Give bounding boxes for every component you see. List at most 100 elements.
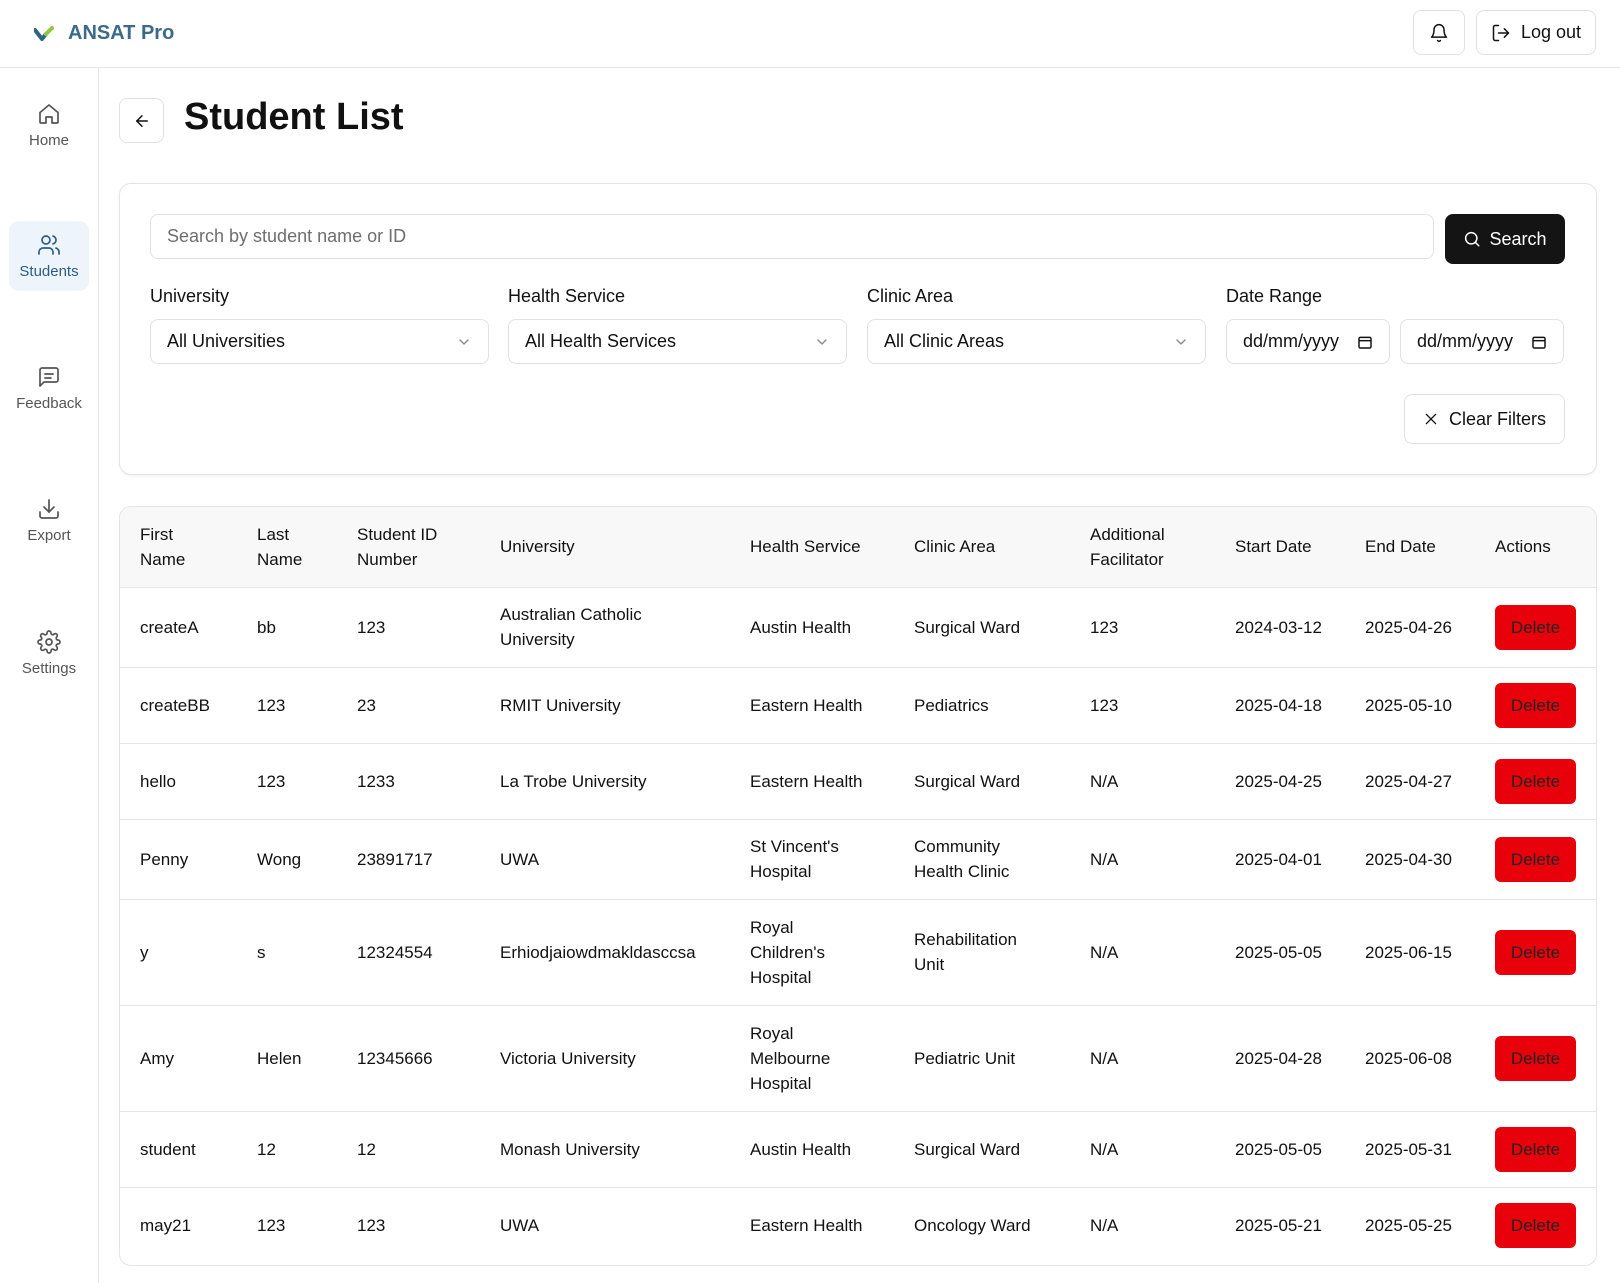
delete-button[interactable]: Delete <box>1495 1035 1576 1081</box>
table-row[interactable]: createBB 123 23 RMIT University Eastern … <box>120 666 1596 743</box>
cell-university: La Trobe University <box>480 742 730 819</box>
cell-student-id: 123 <box>337 586 480 667</box>
university-label: University <box>150 286 230 306</box>
column-header-start-date[interactable]: Start Date <box>1215 507 1345 587</box>
cell-start-date: 2025-04-28 <box>1215 1004 1345 1111</box>
download-icon <box>39 498 59 519</box>
cell-end-date: 2025-05-25 <box>1345 1186 1475 1263</box>
cell-university: UWA <box>480 818 730 899</box>
table-row[interactable]: hello 123 1233 La Trobe University Easte… <box>120 742 1596 819</box>
table-row[interactable]: createA bb 123 Australian Catholic Unive… <box>120 586 1596 667</box>
cell-start-date: 2025-04-18 <box>1215 666 1345 743</box>
chevron-down-icon <box>459 338 469 345</box>
table-row[interactable]: Penny Wong 23891717 UWA St Vincent's Hos… <box>120 818 1596 899</box>
chevron-down-icon <box>1176 338 1186 345</box>
cell-actions: Delete <box>1475 1004 1596 1111</box>
cell-actions: Delete <box>1475 666 1596 743</box>
delete-button[interactable]: Delete <box>1495 836 1576 882</box>
sidebar-item-label: Home <box>28 131 69 149</box>
cell-clinic-area: Rehabilitation Unit <box>894 898 1070 1005</box>
search-button[interactable]: Search <box>1445 214 1565 264</box>
delete-button[interactable]: Delete <box>1495 682 1576 728</box>
delete-button[interactable]: Delete <box>1495 929 1576 975</box>
cell-university: Erhiodjaiowdmakldasccsa <box>480 898 730 1005</box>
cell-last-name: Wong <box>237 818 337 899</box>
sidebar-item-feedback[interactable]: Feedback <box>9 353 89 423</box>
message-icon <box>39 366 59 387</box>
sidebar: Home Students Feedback Export Settings <box>0 68 99 1283</box>
delete-button[interactable]: Delete <box>1495 604 1576 650</box>
cell-health-service: Royal Children's Hospital <box>730 898 894 1005</box>
column-header-first-name[interactable]: First Name <box>120 507 237 587</box>
cell-first-name: hello <box>120 742 237 819</box>
table-row[interactable]: Amy Helen 12345666 Victoria University R… <box>120 1004 1596 1111</box>
column-header-additional-facilitator[interactable]: Additional Facilitator <box>1070 507 1215 587</box>
cell-clinic-area: Oncology Ward <box>894 1186 1070 1263</box>
table-row[interactable]: y s 12324554 Erhiodjaiowdmakldasccsa Roy… <box>120 898 1596 1005</box>
cell-health-service: Eastern Health <box>730 1186 894 1263</box>
column-header-clinic-area[interactable]: Clinic Area <box>894 507 1070 587</box>
date-from-input[interactable]: dd/mm/yyyy <box>1226 319 1390 364</box>
cell-student-id: 1233 <box>337 742 480 819</box>
arrow-left-icon <box>135 114 148 127</box>
delete-button[interactable]: Delete <box>1495 1202 1576 1248</box>
cell-additional-facilitator: N/A <box>1070 898 1215 1005</box>
cell-last-name: 12 <box>237 1110 337 1187</box>
clinic-area-select[interactable]: All Clinic Areas <box>867 319 1206 364</box>
cell-start-date: 2025-05-05 <box>1215 898 1345 1005</box>
clear-filters-button[interactable]: Clear Filters <box>1404 394 1565 444</box>
cell-start-date: 2025-05-21 <box>1215 1186 1345 1263</box>
cell-actions: Delete <box>1475 586 1596 667</box>
sidebar-item-students[interactable]: Students <box>9 221 89 291</box>
sidebar-item-home[interactable]: Home <box>9 90 89 160</box>
close-icon <box>1425 413 1437 425</box>
health-service-select[interactable]: All Health Services <box>508 319 847 364</box>
column-header-actions: Actions <box>1495 537 1551 557</box>
cell-student-id: 23891717 <box>337 818 480 899</box>
cell-last-name: 123 <box>237 666 337 743</box>
cell-clinic-area: Surgical Ward <box>894 742 1070 819</box>
clear-filters-label: Clear Filters <box>1448 408 1546 429</box>
sidebar-item-label: Export <box>27 526 71 544</box>
cell-university: RMIT University <box>480 666 730 743</box>
cell-start-date: 2025-04-25 <box>1215 742 1345 819</box>
chevron-down-icon <box>817 338 827 345</box>
app-logo[interactable]: ANSAT Pro <box>34 22 174 45</box>
column-header-student-id[interactable]: Student ID Number <box>337 507 480 587</box>
delete-button[interactable]: Delete <box>1495 758 1576 804</box>
table-row[interactable]: student 12 12 Monash University Austin H… <box>120 1110 1596 1187</box>
logout-button[interactable]: Log out <box>1476 10 1596 55</box>
cell-first-name: student <box>120 1110 237 1187</box>
logout-icon <box>1492 24 1510 41</box>
back-button[interactable] <box>119 98 164 143</box>
cell-additional-facilitator: N/A <box>1070 1186 1215 1263</box>
date-to-value: dd/mm/yyyy <box>1417 331 1514 351</box>
table-row[interactable]: may21 123 123 UWA Eastern Health Oncolog… <box>120 1186 1596 1263</box>
cell-end-date: 2025-05-10 <box>1345 666 1475 743</box>
notifications-button[interactable] <box>1413 10 1465 55</box>
date-to-input[interactable]: dd/mm/yyyy <box>1400 319 1564 364</box>
cell-health-service: St Vincent's Hospital <box>730 818 894 899</box>
calendar-icon[interactable] <box>1357 334 1373 350</box>
university-select[interactable]: All Universities <box>150 319 489 364</box>
cell-actions: Delete <box>1475 818 1596 899</box>
column-header-university[interactable]: University <box>480 507 730 587</box>
column-header-end-date[interactable]: End Date <box>1345 507 1475 587</box>
sidebar-item-settings[interactable]: Settings <box>9 618 89 688</box>
cell-first-name: createA <box>120 586 237 667</box>
cell-clinic-area: Pediatrics <box>894 666 1070 743</box>
cell-university: Victoria University <box>480 1004 730 1111</box>
sidebar-item-export[interactable]: Export <box>9 485 89 555</box>
search-input[interactable] <box>150 214 1434 259</box>
calendar-icon[interactable] <box>1531 334 1547 350</box>
cell-clinic-area: Surgical Ward <box>894 586 1070 667</box>
users-icon <box>38 234 60 255</box>
delete-button[interactable]: Delete <box>1495 1126 1576 1172</box>
cell-health-service: Royal Melbourne Hospital <box>730 1004 894 1111</box>
app-name: ANSAT Pro <box>68 22 175 44</box>
column-header-health-service[interactable]: Health Service <box>730 507 894 587</box>
column-header-last-name[interactable]: Last Name <box>237 507 337 587</box>
clinic-area-label: Clinic Area <box>867 286 954 306</box>
cell-health-service: Austin Health <box>730 1110 894 1187</box>
cell-student-id: 12324554 <box>337 898 480 1005</box>
